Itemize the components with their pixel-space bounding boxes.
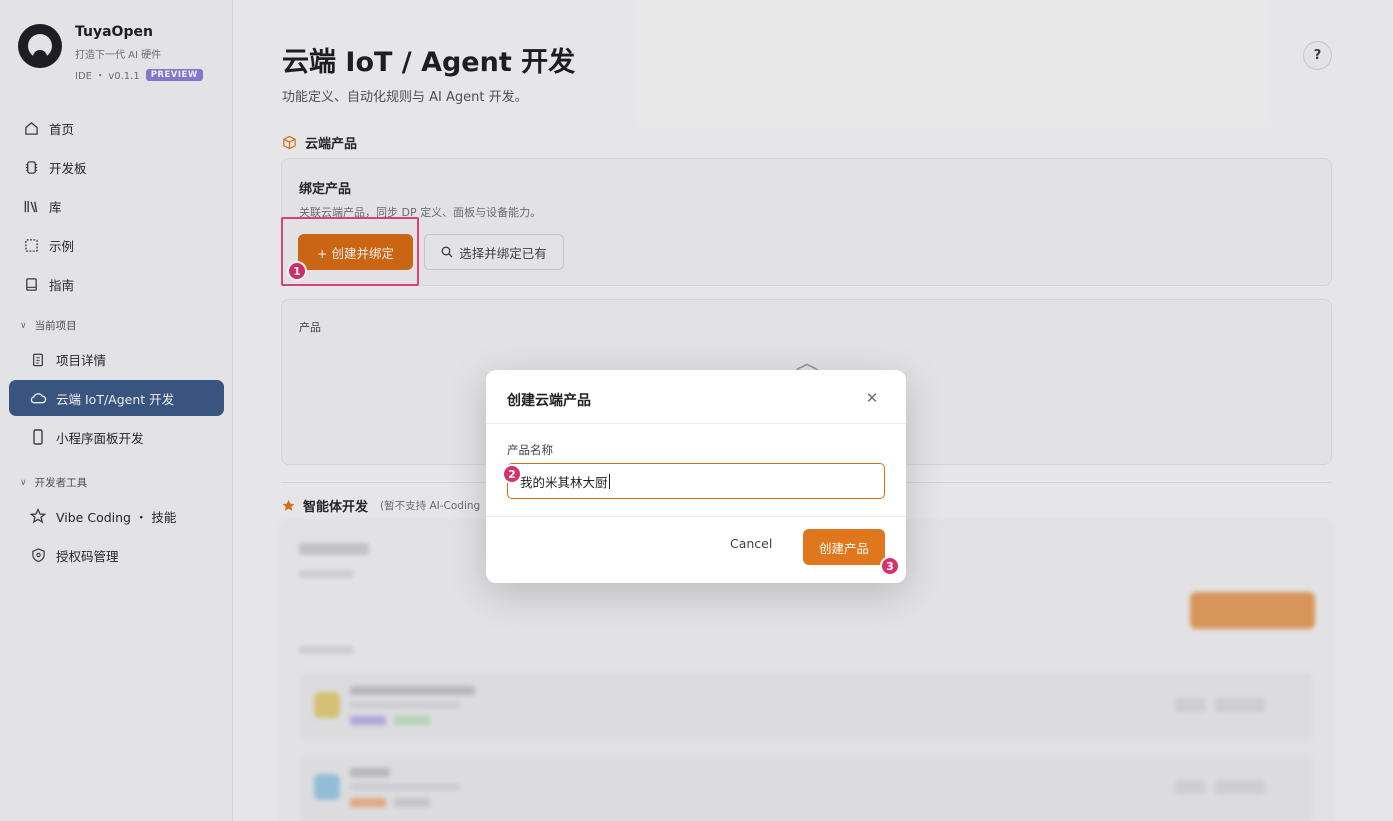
create-product-button[interactable]: 创建产品 [803,529,885,565]
dialog-header-divider [486,423,906,424]
step-3-badge: 3 [880,556,900,576]
product-name-input[interactable]: 我的米其林大厨 [507,463,885,499]
cancel-button[interactable]: Cancel [730,536,772,551]
product-name-label: 产品名称 [507,443,553,457]
dialog-footer-divider [486,516,906,517]
text-caret [608,473,610,489]
product-name-value: 我的米其林大厨 [520,474,608,490]
step-2-badge: 2 [502,464,522,484]
dialog-title: 创建云端产品 [507,393,591,409]
close-icon[interactable]: ✕ [863,389,881,407]
create-cloud-product-dialog: 创建云端产品 ✕ 产品名称 我的米其林大厨 Cancel 创建产品 [486,370,906,583]
